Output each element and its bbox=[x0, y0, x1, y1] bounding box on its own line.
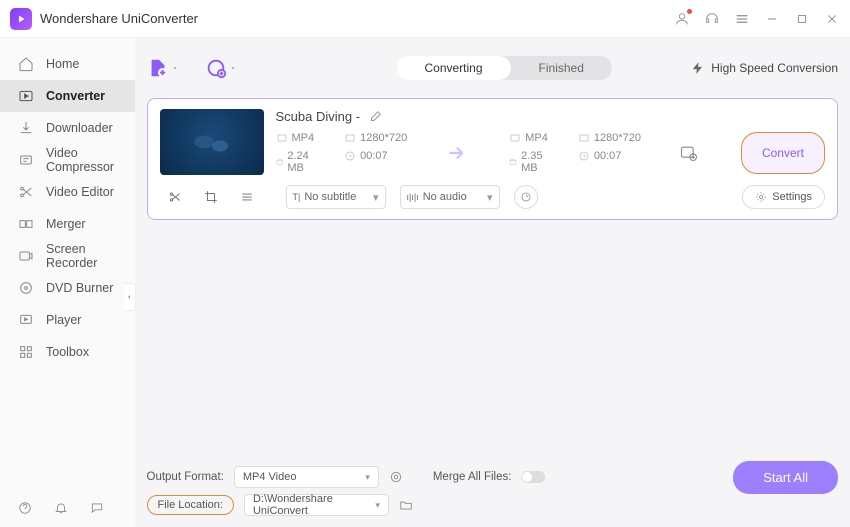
sidebar-item-label: Merger bbox=[46, 217, 86, 231]
dst-size: 2.35 MB bbox=[521, 150, 548, 174]
sidebar-item-player[interactable]: Player bbox=[0, 304, 135, 336]
sidebar-collapse-button[interactable] bbox=[124, 283, 136, 311]
settings-button[interactable]: Settings bbox=[742, 185, 825, 209]
src-dur: 00:07 bbox=[360, 150, 388, 162]
minimize-icon[interactable] bbox=[764, 11, 780, 27]
tab-finished[interactable]: Finished bbox=[511, 56, 612, 80]
speed-button[interactable] bbox=[514, 185, 538, 209]
video-thumbnail[interactable] bbox=[160, 109, 264, 175]
sidebar: Home Converter Downloader Video Compress… bbox=[0, 38, 135, 527]
home-icon bbox=[18, 56, 34, 72]
dst-dur: 00:07 bbox=[594, 150, 622, 162]
sidebar-item-home[interactable]: Home bbox=[0, 48, 135, 80]
converter-icon bbox=[18, 88, 34, 104]
app-logo bbox=[10, 8, 32, 30]
sidebar-item-label: Home bbox=[46, 57, 79, 71]
menu-icon[interactable] bbox=[734, 11, 750, 27]
dst-res: 1280*720 bbox=[594, 132, 641, 144]
bell-icon[interactable] bbox=[54, 501, 68, 515]
sidebar-item-label: Video Compressor bbox=[46, 146, 135, 174]
audio-dropdown[interactable]: ı|ı|ı No audio ▾ bbox=[400, 185, 500, 209]
main-panel: Converting Finished High Speed Conversio… bbox=[135, 38, 850, 527]
sidebar-item-converter[interactable]: Converter bbox=[0, 80, 135, 112]
account-icon[interactable] bbox=[674, 11, 690, 27]
trim-icon[interactable] bbox=[168, 190, 182, 204]
add-file-button[interactable] bbox=[147, 57, 179, 79]
output-format-value: MP4 Video bbox=[243, 471, 297, 483]
high-speed-toggle[interactable]: High Speed Conversion bbox=[691, 61, 838, 75]
file-card: Scuba Diving - MP4 2.24 MB 1280*720 00:0… bbox=[147, 98, 839, 220]
sidebar-item-label: Downloader bbox=[46, 121, 113, 135]
effect-icon[interactable] bbox=[240, 190, 254, 204]
convert-button[interactable]: Convert bbox=[741, 132, 825, 174]
download-icon bbox=[18, 120, 34, 136]
hsc-label: High Speed Conversion bbox=[711, 61, 838, 75]
audio-value: No audio bbox=[423, 191, 467, 203]
crop-icon[interactable] bbox=[204, 190, 218, 204]
compressor-icon bbox=[18, 152, 34, 168]
footer: Output Format: MP4 Video▾ Merge All File… bbox=[147, 457, 839, 519]
open-folder-icon[interactable] bbox=[399, 498, 413, 512]
sidebar-item-toolbox[interactable]: Toolbox bbox=[0, 336, 135, 368]
tab-segment: Converting Finished bbox=[397, 56, 612, 80]
sidebar-item-downloader[interactable]: Downloader bbox=[0, 112, 135, 144]
subtitle-value: No subtitle bbox=[304, 191, 356, 203]
merge-toggle[interactable] bbox=[521, 471, 545, 483]
file-location-value: D:\Wondershare UniConvert bbox=[253, 493, 375, 517]
sidebar-item-recorder[interactable]: Screen Recorder bbox=[0, 240, 135, 272]
dst-format: MP4 bbox=[525, 132, 548, 144]
add-url-button[interactable] bbox=[205, 57, 237, 79]
settings-label: Settings bbox=[772, 191, 812, 203]
disc-icon bbox=[18, 280, 34, 296]
sidebar-item-compressor[interactable]: Video Compressor bbox=[0, 144, 135, 176]
recorder-icon bbox=[18, 248, 34, 264]
sidebar-item-label: Converter bbox=[46, 89, 105, 103]
output-format-dropdown[interactable]: MP4 Video▾ bbox=[234, 466, 379, 488]
play-icon bbox=[18, 312, 34, 328]
merge-label: Merge All Files: bbox=[433, 471, 512, 483]
merger-icon bbox=[18, 216, 34, 232]
start-all-button[interactable]: Start All bbox=[733, 461, 838, 494]
toolbar: Converting Finished High Speed Conversio… bbox=[147, 48, 839, 88]
sidebar-item-label: DVD Burner bbox=[46, 281, 113, 295]
file-location-dropdown[interactable]: D:\Wondershare UniConvert▾ bbox=[244, 494, 389, 516]
grid-icon bbox=[18, 344, 34, 360]
sidebar-item-dvd[interactable]: DVD Burner bbox=[0, 272, 135, 304]
output-format-label: Output Format: bbox=[147, 471, 224, 483]
src-res: 1280*720 bbox=[360, 132, 407, 144]
help-icon[interactable] bbox=[18, 501, 32, 515]
titlebar: Wondershare UniConverter bbox=[0, 0, 850, 38]
sidebar-item-label: Video Editor bbox=[46, 185, 114, 199]
src-size: 2.24 MB bbox=[287, 150, 314, 174]
src-format: MP4 bbox=[292, 132, 315, 144]
maximize-icon[interactable] bbox=[794, 11, 810, 27]
sidebar-item-label: Player bbox=[46, 313, 81, 327]
output-settings-icon[interactable] bbox=[389, 470, 403, 484]
feedback-icon[interactable] bbox=[90, 501, 104, 515]
file-location-label: File Location: bbox=[147, 495, 234, 515]
sidebar-item-merger[interactable]: Merger bbox=[0, 208, 135, 240]
app-title: Wondershare UniConverter bbox=[40, 11, 198, 26]
file-name: Scuba Diving - bbox=[276, 109, 361, 124]
close-icon[interactable] bbox=[824, 11, 840, 27]
arrow-icon bbox=[445, 140, 471, 166]
edit-name-icon[interactable] bbox=[368, 110, 382, 124]
scissors-icon bbox=[18, 184, 34, 200]
output-settings-icon[interactable] bbox=[679, 143, 699, 163]
headset-icon[interactable] bbox=[704, 11, 720, 27]
subtitle-dropdown[interactable]: T| No subtitle ▾ bbox=[286, 185, 386, 209]
sidebar-item-label: Toolbox bbox=[46, 345, 89, 359]
tab-converting[interactable]: Converting bbox=[397, 56, 511, 80]
sidebar-item-editor[interactable]: Video Editor bbox=[0, 176, 135, 208]
sidebar-item-label: Screen Recorder bbox=[46, 242, 135, 270]
